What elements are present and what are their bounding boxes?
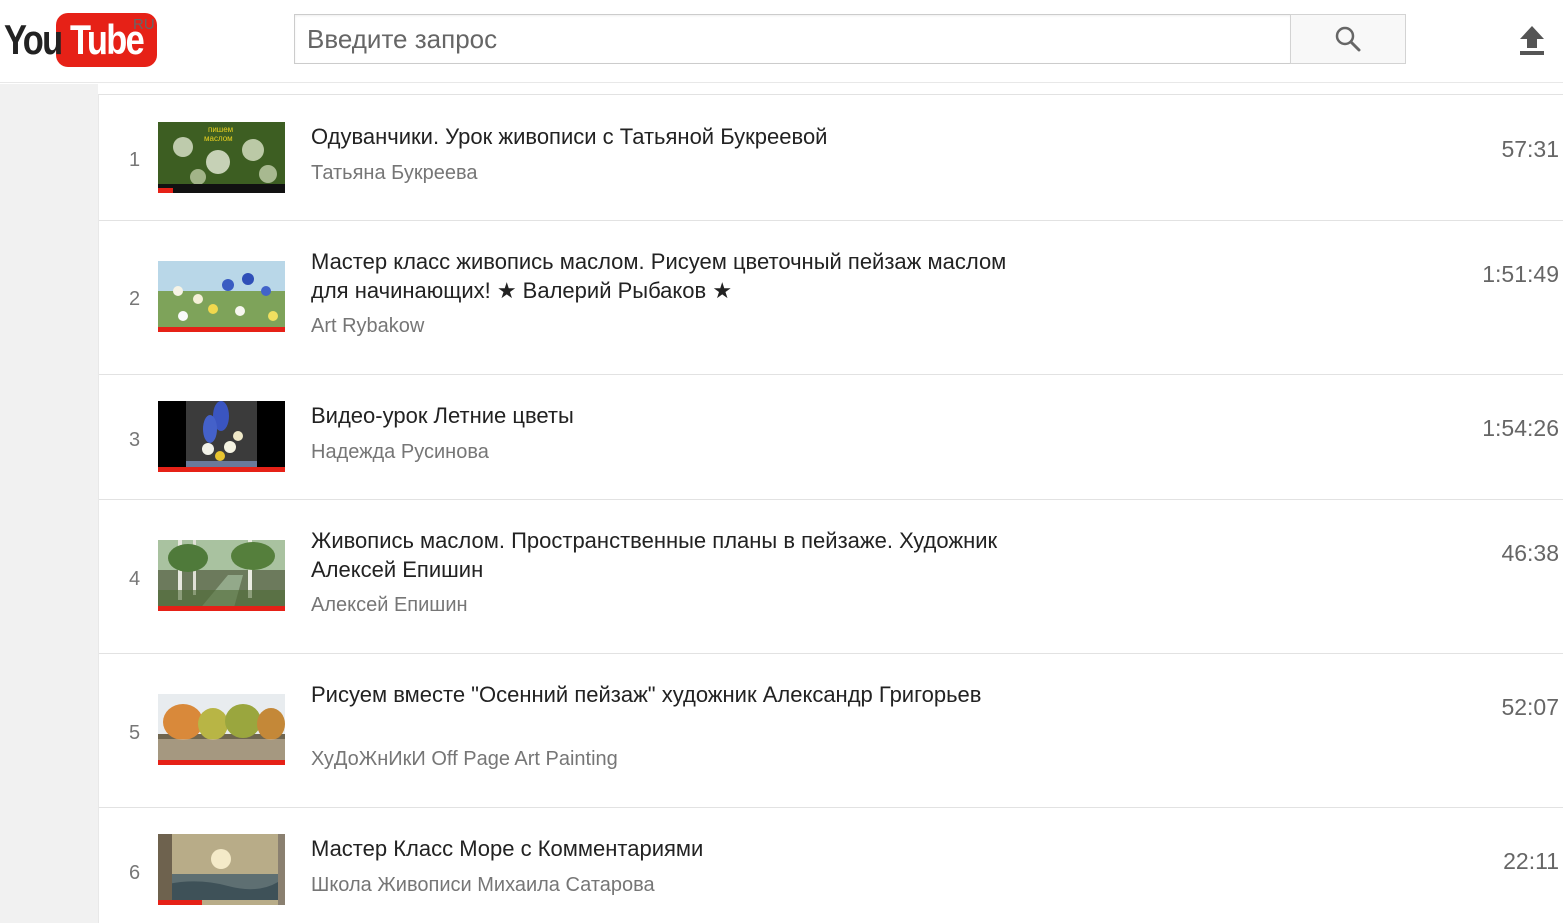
thumbnail-image: [158, 694, 285, 765]
thumbnail-image: [158, 834, 285, 905]
video-duration: 57:31: [1501, 136, 1559, 162]
video-thumbnail[interactable]: [158, 401, 285, 472]
video-index: 2: [129, 288, 141, 310]
thumbnail-image: [158, 401, 285, 472]
masthead: You Tube RU: [0, 0, 1563, 83]
video-duration: 1:51:49: [1482, 261, 1559, 287]
video-thumbnail[interactable]: [158, 540, 285, 611]
video-list: 1 пишем маслом Одуванчики. Урок живописи …: [98, 94, 1563, 923]
video-channel[interactable]: Алексей Епишин: [311, 594, 468, 617]
search-box[interactable]: [294, 14, 1291, 64]
thumbnail-image: пишеммаслом: [158, 122, 285, 193]
logo-you-text: You: [4, 16, 63, 63]
region-label: RU: [133, 16, 155, 33]
video-channel[interactable]: Школа Живописи Михаила Сатарова: [311, 874, 655, 897]
search-input[interactable]: [295, 15, 1291, 63]
video-duration: 46:38: [1501, 540, 1559, 566]
video-duration: 22:11: [1503, 848, 1559, 874]
video-duration: 52:07: [1501, 694, 1559, 720]
video-channel[interactable]: Надежда Русинова: [311, 441, 489, 464]
video-title[interactable]: Живопись маслом. Пространственные планы …: [311, 526, 1011, 584]
video-title[interactable]: Рисуем вместе "Осенний пейзаж" художник …: [311, 680, 1011, 709]
video-channel[interactable]: ХуДоЖнИкИ Off Page Art Painting: [311, 748, 618, 771]
thumbnail-image: [158, 261, 285, 332]
search-icon: [1335, 26, 1361, 52]
video-title[interactable]: Мастер класс живопись маслом. Рисуем цве…: [311, 247, 1011, 305]
watch-progress-bar: [158, 760, 285, 765]
watch-progress-bar: [158, 606, 285, 611]
search-button[interactable]: [1290, 14, 1406, 64]
video-title[interactable]: Мастер Класс Море с Комментариями: [311, 834, 1011, 863]
video-index: 3: [129, 429, 141, 451]
video-index: 5: [129, 722, 141, 744]
video-row[interactable]: 1 пишем маслом Одуванчики. Урок живописи …: [99, 95, 1563, 221]
watch-progress-bar: [158, 327, 285, 332]
watch-progress-bar: [158, 188, 173, 193]
video-duration: 1:54:26: [1482, 415, 1559, 441]
video-title[interactable]: Видео-урок Летние цветы: [311, 401, 1011, 430]
video-index: 6: [129, 862, 141, 884]
video-row[interactable]: 6 Мастер Класс Море с Комментариями Школ…: [99, 808, 1563, 923]
video-row[interactable]: 4 Живопись маслом. Пространственные план…: [99, 500, 1563, 654]
svg-text:маслом: маслом: [204, 134, 233, 143]
upload-icon: [1520, 26, 1544, 55]
video-row[interactable]: 3 Видео-урок Летние цветы Надежда Русино…: [99, 375, 1563, 500]
sidebar: [0, 84, 98, 923]
upload-button[interactable]: [1512, 20, 1552, 60]
video-thumbnail[interactable]: [158, 261, 285, 332]
video-index: 4: [129, 568, 141, 590]
video-channel[interactable]: Art Rybakow: [311, 315, 424, 338]
video-thumbnail[interactable]: [158, 694, 285, 765]
watch-progress-bar: [158, 900, 202, 905]
video-channel[interactable]: Татьяна Букреева: [311, 162, 477, 185]
video-row[interactable]: 5 Рисуем вместе "Осенний пейзаж" художни…: [99, 654, 1563, 808]
video-index: 1: [129, 149, 141, 171]
watch-progress-bar: [158, 467, 285, 472]
video-title[interactable]: Одуванчики. Урок живописи с Татьяной Бук…: [311, 122, 1011, 151]
video-thumbnail[interactable]: [158, 834, 285, 905]
video-row[interactable]: 2 Мастер класс живопись маслом. Рисуем ц…: [99, 221, 1563, 375]
svg-text:пишем: пишем: [208, 125, 233, 134]
video-thumbnail[interactable]: пишем маслом: [158, 122, 285, 193]
thumbnail-image: [158, 540, 285, 611]
